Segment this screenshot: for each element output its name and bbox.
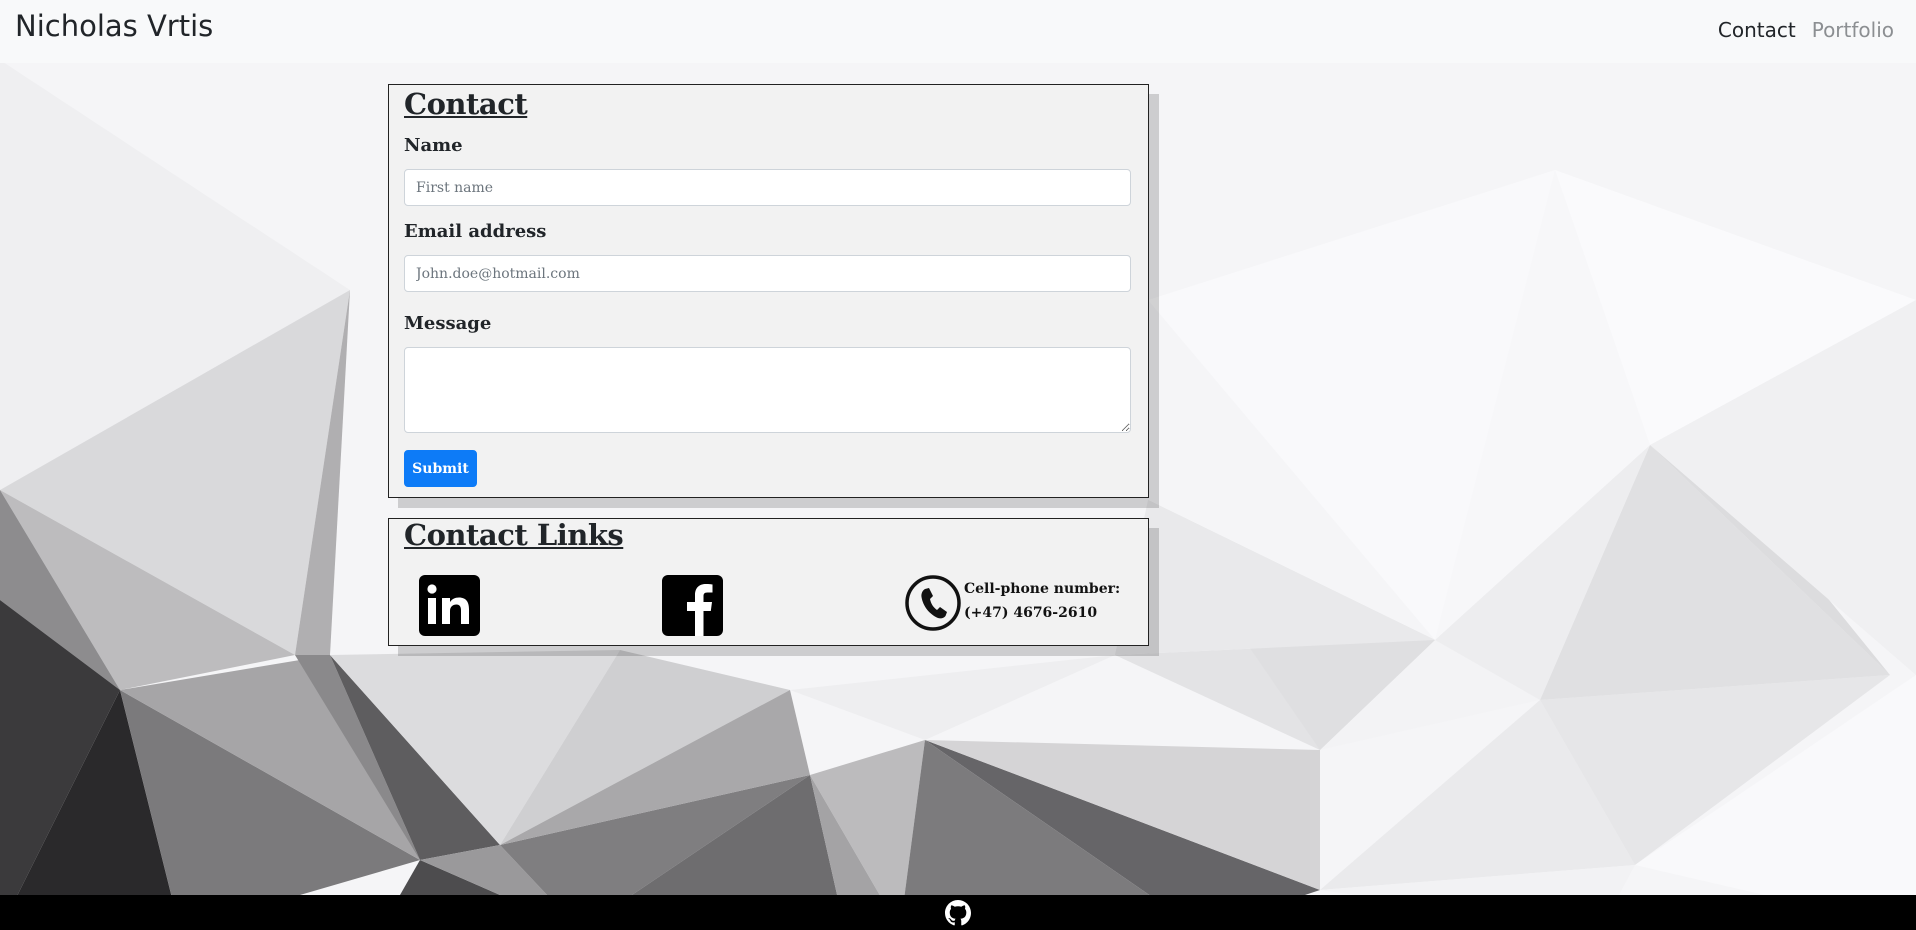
phone-label: Cell-phone number: [964, 581, 1121, 597]
submit-button[interactable]: Submit [404, 450, 477, 487]
phone-info: Cell-phone number: (+47) 4676-2610 [964, 577, 1120, 625]
nav-contact[interactable]: Contact [1718, 18, 1796, 42]
email-input[interactable] [404, 255, 1131, 292]
footer [0, 895, 1916, 930]
contact-title: Contact [404, 87, 528, 121]
nav-portfolio[interactable]: Portfolio [1812, 18, 1894, 42]
github-icon[interactable] [945, 900, 971, 926]
phone-number: (+47) 4676-2610 [964, 605, 1098, 621]
brand-link[interactable]: Nicholas Vrtis [15, 9, 213, 43]
name-input[interactable] [404, 169, 1131, 206]
nav-links: Contact Portfolio [1718, 18, 1894, 42]
linkedin-link[interactable] [419, 575, 480, 636]
facebook-link[interactable] [662, 575, 723, 636]
contact-links-card: Contact Links Cell-phone number: (+47) 4… [388, 518, 1149, 646]
linkedin-icon [424, 580, 475, 631]
name-label: Name [404, 135, 463, 156]
phone-icon [905, 575, 961, 631]
contact-links-title: Contact Links [404, 518, 624, 552]
contact-form-card: Contact Name Email address Message Submi… [388, 84, 1149, 498]
navbar: Nicholas Vrtis Contact Portfolio [0, 0, 1916, 63]
facebook-icon [687, 584, 713, 636]
message-textarea[interactable] [404, 347, 1131, 433]
email-label: Email address [404, 221, 547, 242]
message-label: Message [404, 313, 492, 334]
